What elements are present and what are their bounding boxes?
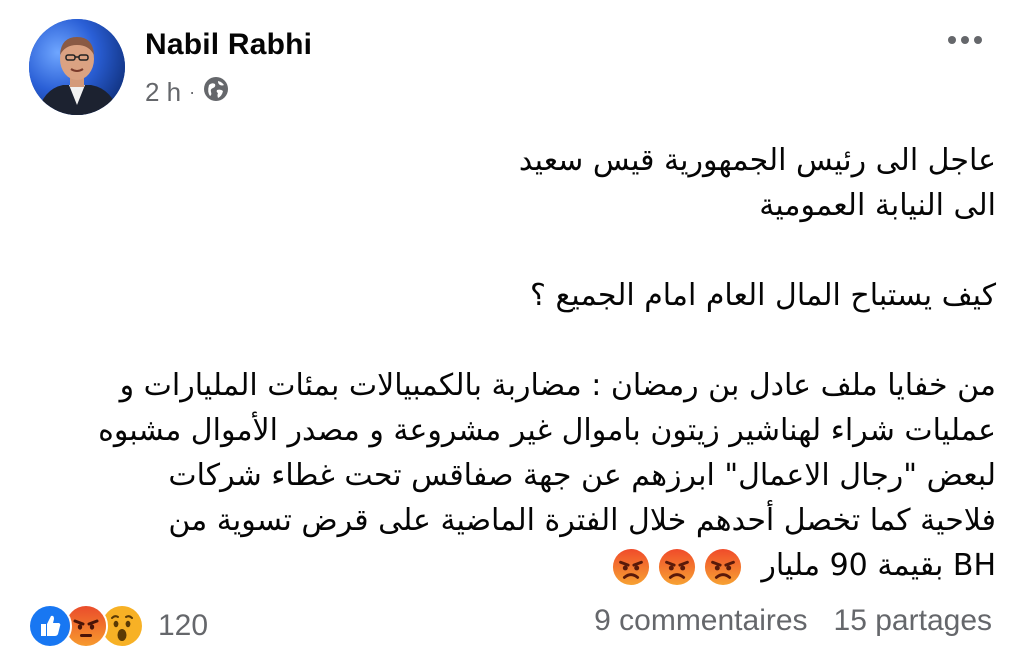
post-line: عمليات شراء لهناشير زيتون باموال غير مشر… bbox=[98, 413, 996, 448]
post-last-line: BH بقيمة 90 مليار bbox=[36, 543, 996, 588]
reaction-summary[interactable]: 120 bbox=[28, 604, 208, 648]
like-icon bbox=[28, 604, 72, 648]
comments-count[interactable]: 9 commentaires bbox=[594, 604, 807, 638]
more-options-icon[interactable] bbox=[948, 30, 982, 50]
more-dot bbox=[961, 36, 969, 44]
angry-emoji-group bbox=[612, 548, 742, 586]
post-time[interactable]: 2 h bbox=[145, 77, 181, 108]
engagement-stats: 9 commentaires 15 partages bbox=[594, 604, 992, 638]
reaction-count[interactable]: 120 bbox=[158, 609, 208, 643]
angry-emoji-icon bbox=[612, 548, 649, 585]
post-line: BH بقيمة 90 مليار bbox=[761, 548, 996, 583]
author-name[interactable]: Nabil Rabhi bbox=[145, 28, 312, 62]
globe-icon[interactable] bbox=[203, 76, 229, 109]
angry-emoji-icon bbox=[658, 548, 695, 585]
post-line: لبعض "رجال الاعمال" ابرزهم عن جهة صفاقس … bbox=[168, 458, 996, 493]
post-line: فلاحية كما تخصل أحدهم خلال الفترة الماضي… bbox=[168, 503, 996, 538]
post-line: عاجل الى رئيس الجمهورية قيس سعيد bbox=[518, 143, 996, 178]
meta-separator: · bbox=[189, 82, 196, 102]
post-line: كيف يستباح المال العام امام الجميع ؟ bbox=[530, 278, 996, 313]
avatar-photo bbox=[29, 19, 125, 115]
more-dot bbox=[948, 36, 956, 44]
post-body: عاجل الى رئيس الجمهورية قيس سعيد الى الن… bbox=[36, 138, 996, 588]
post-line: الى النيابة العمومية bbox=[759, 188, 996, 223]
angry-emoji-icon bbox=[704, 548, 741, 585]
author-avatar[interactable] bbox=[29, 19, 125, 115]
post-line: من خفايا ملف عادل بن رمضان : مضاربة بالك… bbox=[119, 368, 996, 403]
shares-count[interactable]: 15 partages bbox=[834, 604, 992, 638]
post-meta: 2 h · bbox=[145, 76, 229, 109]
more-dot bbox=[974, 36, 982, 44]
